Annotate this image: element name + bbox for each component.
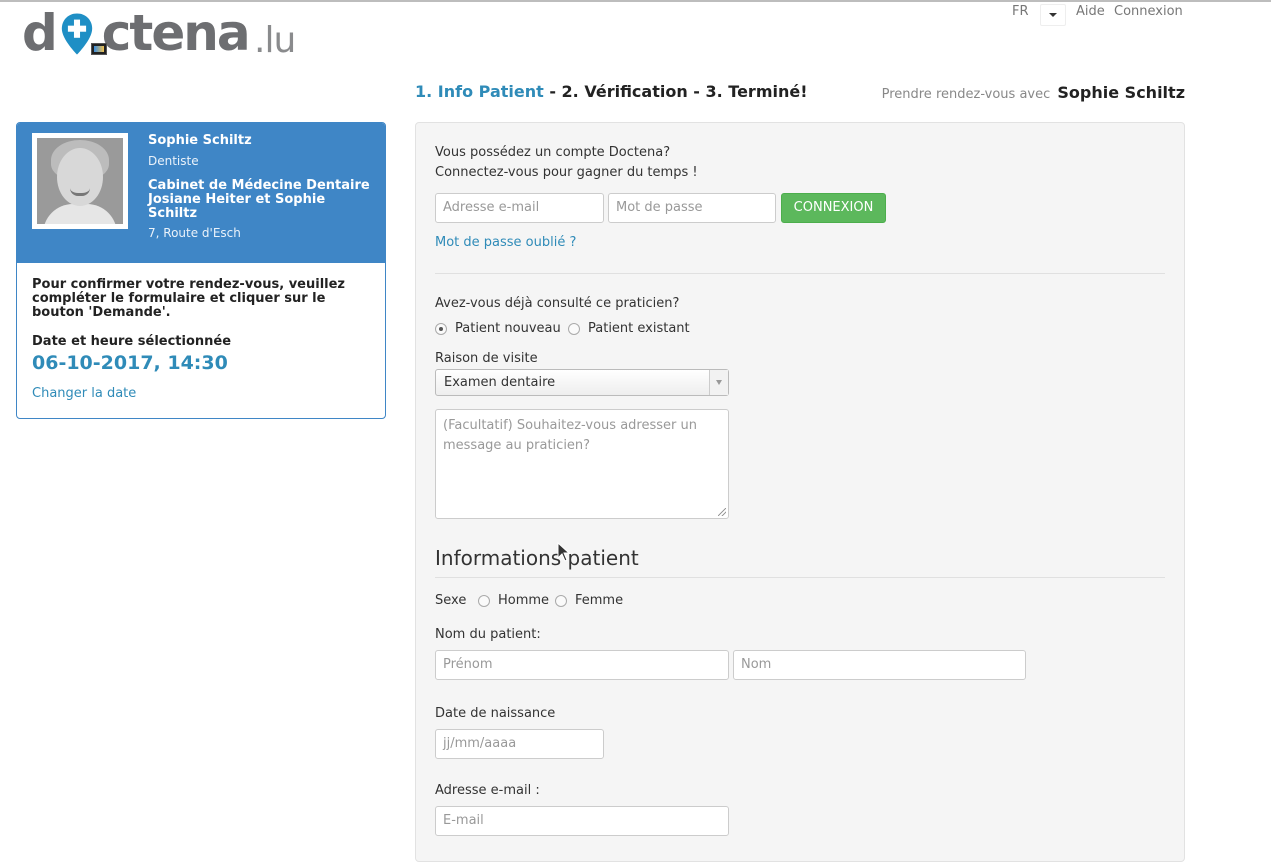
selected-date-value: 06-10-2017, 14:30	[32, 352, 228, 374]
firstname-input[interactable]: Prénom	[435, 650, 729, 680]
doctor-card: Sophie Schiltz Dentiste Cabinet de Médec…	[16, 122, 386, 419]
screen-icon	[91, 43, 107, 55]
doctor-address: 7, Route d'Esch	[148, 226, 241, 240]
radio-female[interactable]	[555, 595, 567, 607]
sex-label: Sexe	[435, 593, 467, 608]
appointment-with-label: Prendre rendez-vous avec	[881, 87, 1051, 102]
patient-form-panel: Vous possédez un compte Doctena? Connect…	[415, 122, 1185, 862]
radio-new-patient[interactable]	[435, 323, 447, 335]
reason-select[interactable]: Examen dentaire	[435, 369, 729, 396]
patient-email-input[interactable]: E-mail	[435, 806, 729, 836]
change-date-link[interactable]: Changer la date	[32, 386, 136, 401]
email-label: Adresse e-mail :	[435, 783, 540, 798]
doctor-card-header: Sophie Schiltz Dentiste Cabinet de Médec…	[17, 123, 385, 263]
divider	[435, 273, 1165, 274]
account-hint: Connectez-vous pour gagner du temps !	[435, 165, 698, 180]
patient-name-label: Nom du patient:	[435, 627, 541, 642]
radio-male[interactable]	[478, 595, 490, 607]
message-placeholder: (Facultatif) Souhaitez-vous adresser un …	[443, 418, 697, 453]
doctor-specialty: Dentiste	[148, 154, 199, 168]
doctor-photo	[32, 133, 128, 229]
reason-selected-value: Examen dentaire	[444, 375, 556, 390]
doctor-name: Sophie Schiltz	[148, 133, 252, 148]
consulted-question: Avez-vous déjà consulté ce praticien?	[435, 296, 680, 311]
doctena-logo[interactable]: d ctena .lu	[22, 4, 312, 66]
booking-steps: 1. Info Patient - 2. Vérification - 3. T…	[415, 82, 808, 101]
step-active: 1. Info Patient	[415, 82, 544, 101]
forgot-password-link[interactable]: Mot de passe oublié ?	[435, 235, 576, 250]
step-rest: - 2. Vérification - 3. Terminé!	[543, 82, 808, 101]
login-link[interactable]: Connexion	[1114, 4, 1183, 19]
select-arrow-icon	[709, 370, 728, 395]
login-email-input[interactable]: Adresse e-mail	[435, 193, 604, 223]
divider	[435, 577, 1165, 578]
mouse-cursor-icon	[557, 542, 571, 562]
lastname-input[interactable]: Nom	[733, 650, 1026, 680]
patient-info-heading: Informations patient	[435, 546, 639, 570]
language-dropdown-button[interactable]	[1040, 4, 1066, 26]
radio-existing-patient[interactable]	[568, 323, 580, 335]
birthdate-input[interactable]: jj/mm/aaaa	[435, 729, 604, 759]
account-question: Vous possédez un compte Doctena?	[435, 145, 671, 160]
existing-patient-label[interactable]: Patient existant	[588, 321, 690, 336]
language-selector[interactable]: FR	[1012, 4, 1029, 19]
selected-date-label: Date et heure sélectionnée	[32, 334, 232, 349]
message-textarea[interactable]: (Facultatif) Souhaitez-vous adresser un …	[435, 409, 729, 519]
doctor-cabinet: Cabinet de Médecine Dentaire Josiane Hei…	[148, 178, 370, 221]
reason-label: Raison de visite	[435, 351, 538, 366]
logo-wordmark: d ctena	[22, 4, 251, 62]
new-patient-label[interactable]: Patient nouveau	[455, 321, 561, 336]
caret-down-icon	[1049, 13, 1057, 17]
help-link[interactable]: Aide	[1076, 4, 1105, 19]
female-label[interactable]: Femme	[575, 593, 623, 608]
login-button[interactable]: CONNEXION	[781, 193, 886, 223]
birthdate-label: Date de naissance	[435, 706, 556, 721]
appointment-doctor-name: Sophie Schiltz	[1057, 83, 1185, 102]
logo-tld: .lu	[254, 20, 296, 61]
male-label[interactable]: Homme	[498, 593, 549, 608]
resize-grip-icon[interactable]	[718, 508, 726, 516]
appointment-with: Prendre rendez-vous avec Sophie Schiltz	[882, 83, 1185, 102]
confirm-instructions: Pour confirmer votre rendez-vous, veuill…	[32, 277, 345, 320]
top-border	[0, 0, 1271, 2]
login-password-input[interactable]: Mot de passe	[608, 193, 776, 223]
